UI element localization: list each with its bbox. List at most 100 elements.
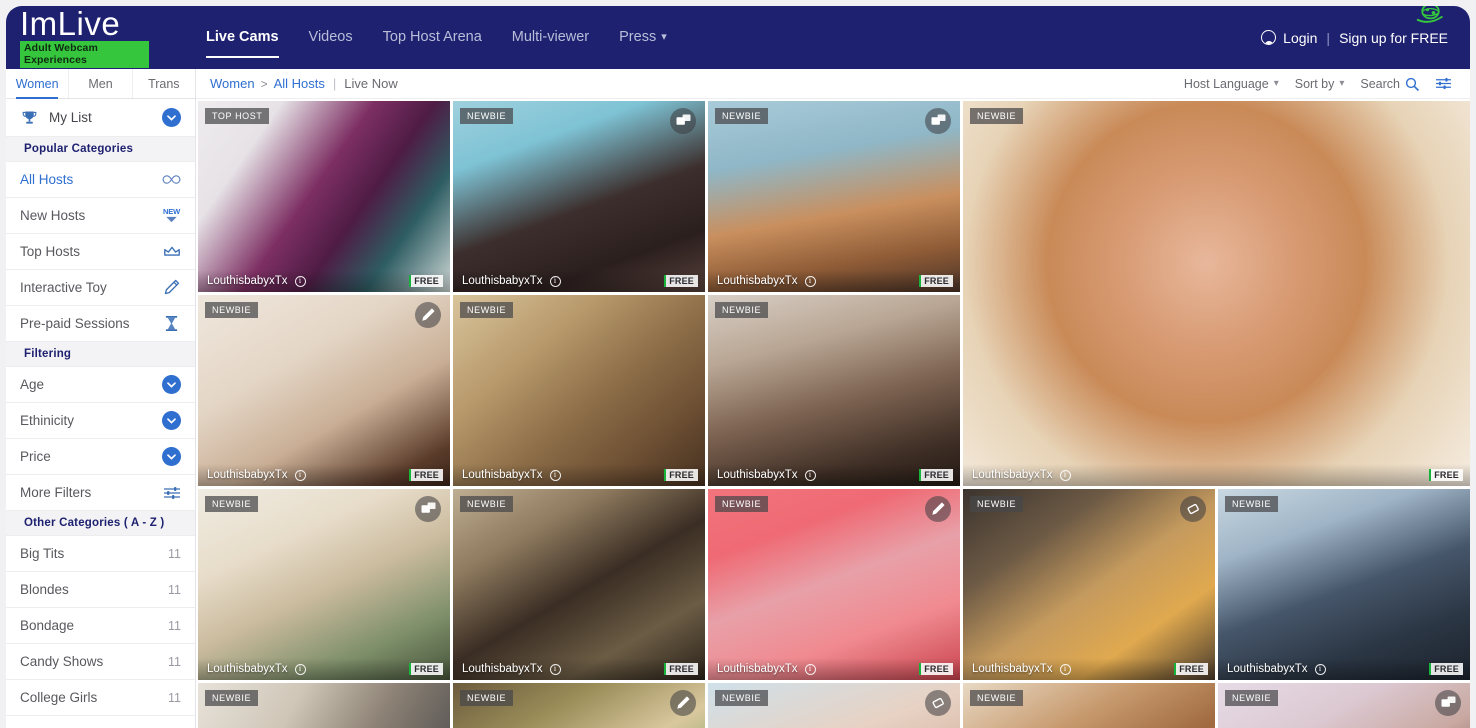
host-name[interactable]: LouthisbabyxTx bbox=[972, 663, 1053, 675]
info-icon[interactable]: i bbox=[1059, 663, 1071, 675]
host-card[interactable]: NEWBIE LouthisbabyxTx i FREE bbox=[1218, 489, 1470, 680]
host-card[interactable]: NEWBIE LouthisbabyxTx i FREE bbox=[963, 489, 1215, 680]
host-name[interactable]: LouthisbabyxTx bbox=[972, 469, 1053, 481]
sidebar-item-interactive-toy[interactable]: Interactive Toy bbox=[6, 270, 195, 306]
candy-icon[interactable] bbox=[1180, 496, 1206, 522]
host-card[interactable]: NEWBIE LouthisbabyxTx i FREE bbox=[453, 295, 705, 486]
host-name[interactable]: LouthisbabyxTx bbox=[1227, 663, 1308, 675]
host-name[interactable]: LouthisbabyxTx bbox=[717, 469, 798, 481]
host-card[interactable]: NEWBIE LouthisbabyxTx i FREE bbox=[453, 489, 705, 680]
info-icon[interactable]: i bbox=[549, 663, 561, 675]
host-thumbnail bbox=[708, 489, 960, 680]
host-name[interactable]: LouthisbabyxTx bbox=[207, 275, 288, 287]
tab-men[interactable]: Men bbox=[69, 69, 133, 98]
nav-item-videos[interactable]: Videos bbox=[309, 26, 353, 49]
sidebar-item-top-hosts[interactable]: Top Hosts bbox=[6, 234, 195, 270]
sidebar-category-big-tits[interactable]: Big Tits 11 bbox=[6, 536, 195, 572]
sort-by-dropdown[interactable]: Sort by ▾ bbox=[1295, 77, 1345, 91]
nav-item-press[interactable]: Press ▾ bbox=[619, 26, 667, 49]
nav-label: Live Cams bbox=[206, 29, 279, 45]
filter-toggle-button[interactable] bbox=[1435, 77, 1452, 90]
sidebar-item-new-hosts[interactable]: New Hosts NEW bbox=[6, 198, 195, 234]
candy-icon[interactable] bbox=[925, 690, 951, 716]
sidebar-item-label: More Filters bbox=[20, 485, 92, 500]
host-card[interactable]: NEWBIE bbox=[198, 683, 450, 728]
toy-icon[interactable] bbox=[925, 496, 951, 522]
logo[interactable]: ImLive Adult Webcam Experiences bbox=[6, 6, 1444, 69]
status-badge: NEWBIE bbox=[460, 302, 514, 318]
page-root: ImLive Adult Webcam Experiences Live Cam… bbox=[0, 0, 1476, 728]
host-name[interactable]: LouthisbabyxTx bbox=[717, 275, 798, 287]
toy-icon[interactable] bbox=[415, 302, 441, 328]
info-icon[interactable]: i bbox=[294, 663, 306, 675]
multiview-icon[interactable] bbox=[925, 108, 951, 134]
host-card[interactable]: NEWBIE LouthisbabyxTx i FREE bbox=[708, 295, 960, 486]
chevron-down-circle-icon[interactable] bbox=[162, 411, 181, 430]
info-icon[interactable]: i bbox=[804, 469, 816, 481]
multiview-icon[interactable] bbox=[415, 496, 441, 522]
info-icon[interactable]: i bbox=[294, 275, 306, 287]
sidebar-category-candy-shows[interactable]: Candy Shows 11 bbox=[6, 644, 195, 680]
host-card[interactable]: TOP HOST LouthisbabyxTx i FREE bbox=[198, 101, 450, 292]
nav-item-multi-viewer[interactable]: Multi-viewer bbox=[512, 26, 589, 49]
sidebar-filter-ethinicity[interactable]: Ethinicity bbox=[6, 403, 195, 439]
search-icon bbox=[1405, 77, 1419, 91]
host-card[interactable]: NEWBIE bbox=[1218, 683, 1470, 728]
info-icon[interactable]: i bbox=[294, 469, 306, 481]
nav-label: Multi-viewer bbox=[511, 29, 590, 45]
signup-button[interactable]: Sign up for FREE bbox=[1339, 30, 1448, 46]
host-card[interactable]: NEWBIE bbox=[708, 683, 960, 728]
info-icon[interactable]: i bbox=[1314, 663, 1326, 675]
login-button[interactable]: Login bbox=[1283, 30, 1317, 46]
sidebar-item-my-list[interactable]: My List bbox=[6, 99, 195, 137]
nav-item-live-cams[interactable]: Live Cams bbox=[206, 26, 279, 58]
toy-icon[interactable] bbox=[670, 690, 696, 716]
host-card[interactable]: NEWBIE LouthisbabyxTx i FREE bbox=[963, 101, 1470, 486]
chevron-down-circle-icon[interactable] bbox=[162, 375, 181, 394]
host-name[interactable]: LouthisbabyxTx bbox=[462, 275, 543, 287]
sidebar-category-college-girls[interactable]: College Girls 11 bbox=[6, 680, 195, 716]
nav-item-top-host-arena[interactable]: Top Host Arena bbox=[383, 26, 482, 49]
chevron-down-circle-icon[interactable] bbox=[162, 108, 181, 127]
sidebar-filter-price[interactable]: Price bbox=[6, 439, 195, 475]
multiview-icon[interactable] bbox=[670, 108, 696, 134]
sidebar-category-blondes[interactable]: Blondes 11 bbox=[6, 572, 195, 608]
host-card[interactable]: NEWBIE bbox=[963, 683, 1215, 728]
sidebar-category-bondage[interactable]: Bondage 11 bbox=[6, 608, 195, 644]
tab-women[interactable]: Women bbox=[6, 69, 70, 99]
info-icon[interactable]: i bbox=[549, 469, 561, 481]
breadcrumb-women[interactable]: Women bbox=[210, 76, 255, 91]
sidebar-item-all-hosts[interactable]: All Hosts bbox=[6, 162, 195, 198]
host-card[interactable]: NEWBIE LouthisbabyxTx i FREE bbox=[708, 489, 960, 680]
host-name[interactable]: LouthisbabyxTx bbox=[207, 469, 288, 481]
card-footer: LouthisbabyxTx i FREE bbox=[708, 464, 960, 486]
host-name[interactable]: LouthisbabyxTx bbox=[207, 663, 288, 675]
multiview-icon[interactable] bbox=[1435, 690, 1461, 716]
search-button[interactable]: Search bbox=[1360, 77, 1419, 91]
info-icon[interactable]: i bbox=[804, 275, 816, 287]
status-badge: TOP HOST bbox=[205, 108, 270, 124]
chevron-down-circle-icon[interactable] bbox=[162, 447, 181, 466]
sidebar-filter-age[interactable]: Age bbox=[6, 367, 195, 403]
host-card[interactable]: NEWBIE LouthisbabyxTx i FREE bbox=[198, 295, 450, 486]
sidebar-category-domination[interactable]: Domination 11 bbox=[6, 716, 195, 728]
host-name[interactable]: LouthisbabyxTx bbox=[717, 663, 798, 675]
host-thumbnail bbox=[708, 101, 960, 292]
status-badge: NEWBIE bbox=[460, 108, 514, 124]
sidebar-filter-more-filters[interactable]: More Filters bbox=[6, 475, 195, 511]
nav-label: Press bbox=[619, 29, 657, 45]
host-language-dropdown[interactable]: Host Language ▾ bbox=[1184, 77, 1279, 91]
host-card[interactable]: NEWBIE LouthisbabyxTx i FREE bbox=[708, 101, 960, 292]
host-card[interactable]: NEWBIE bbox=[453, 683, 705, 728]
host-card[interactable]: NEWBIE LouthisbabyxTx i FREE bbox=[453, 101, 705, 292]
breadcrumb-all-hosts[interactable]: All Hosts bbox=[274, 76, 325, 91]
sidebar-item-pre-paid-sessions[interactable]: Pre-paid Sessions bbox=[6, 306, 195, 342]
host-name[interactable]: LouthisbabyxTx bbox=[462, 469, 543, 481]
tab-trans[interactable]: Trans bbox=[133, 69, 195, 98]
host-card[interactable]: NEWBIE LouthisbabyxTx i FREE bbox=[198, 489, 450, 680]
info-icon[interactable]: i bbox=[1059, 469, 1071, 481]
info-icon[interactable]: i bbox=[804, 663, 816, 675]
status-badge: NEWBIE bbox=[205, 496, 259, 512]
host-name[interactable]: LouthisbabyxTx bbox=[462, 663, 543, 675]
info-icon[interactable]: i bbox=[549, 275, 561, 287]
